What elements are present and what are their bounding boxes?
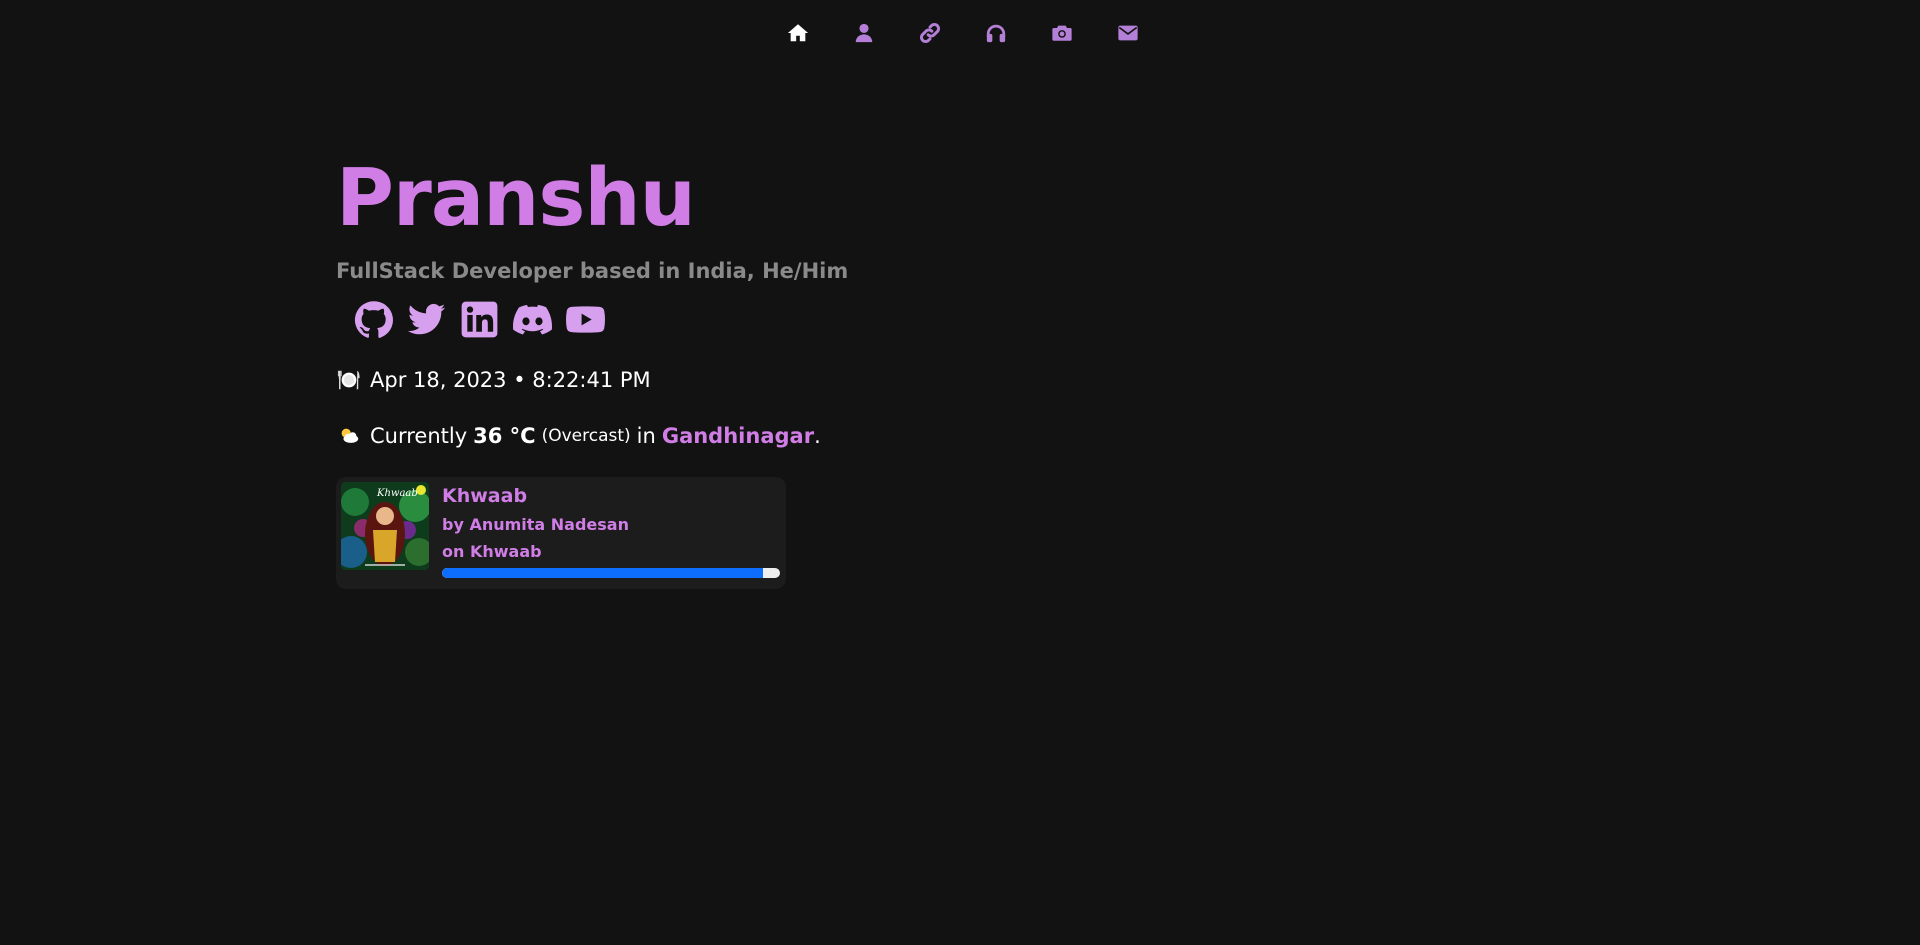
album-cover: Khwaab bbox=[341, 482, 429, 570]
datetime-text: Apr 18, 2023 • 8:22:41 PM bbox=[370, 368, 651, 392]
github-link[interactable] bbox=[354, 300, 393, 339]
envelope-icon bbox=[1118, 25, 1138, 41]
github-icon bbox=[354, 301, 393, 338]
twitter-link[interactable] bbox=[407, 300, 446, 339]
weather-prefix: Currently bbox=[370, 424, 468, 448]
track-artist: by Anumita Nadesan bbox=[442, 515, 629, 534]
weather-condition: (Overcast) bbox=[541, 426, 631, 446]
headphones-icon bbox=[986, 24, 1006, 43]
now-playing-card[interactable]: Khwaab Khwaab by Anumita Nadesan on Khwa… bbox=[336, 477, 786, 589]
camera-icon bbox=[1052, 25, 1072, 41]
page-title: Pranshu bbox=[336, 152, 696, 244]
linkedin-link[interactable] bbox=[460, 300, 499, 339]
link-icon bbox=[920, 23, 940, 43]
weather-suffix: . bbox=[814, 424, 821, 448]
twitter-icon bbox=[407, 303, 446, 335]
home-icon bbox=[787, 24, 809, 42]
weather-row: Currently 36 °C (Overcast) in Gandhinaga… bbox=[336, 423, 848, 449]
playback-progress-bar bbox=[442, 568, 780, 578]
user-icon bbox=[855, 23, 873, 43]
social-links bbox=[354, 300, 848, 339]
svg-text:Khwaab: Khwaab bbox=[376, 488, 418, 499]
playback-progress-fill bbox=[442, 568, 764, 578]
nav-about-button[interactable] bbox=[853, 22, 875, 44]
youtube-icon bbox=[566, 306, 605, 333]
nav-home-button[interactable] bbox=[787, 22, 809, 44]
nav-photos-button[interactable] bbox=[1051, 22, 1073, 44]
main-content: Pranshu FullStack Developer based in Ind… bbox=[336, 150, 848, 589]
youtube-link[interactable] bbox=[566, 300, 605, 339]
nav-music-button[interactable] bbox=[985, 22, 1007, 44]
tagline: FullStack Developer based in India, He/H… bbox=[336, 259, 849, 283]
weather-in-word: in bbox=[636, 424, 656, 448]
weather-temperature: 36 °C bbox=[473, 424, 536, 448]
nav-contact-button[interactable] bbox=[1117, 22, 1139, 44]
track-album: on Khwaab bbox=[442, 542, 542, 561]
linkedin-icon bbox=[461, 301, 498, 338]
track-title[interactable]: Khwaab bbox=[442, 485, 527, 507]
datetime-row: Apr 18, 2023 • 8:22:41 PM bbox=[336, 367, 848, 393]
discord-icon bbox=[513, 304, 552, 335]
weather-city-link[interactable]: Gandhinagar bbox=[662, 424, 814, 448]
discord-link[interactable] bbox=[513, 300, 552, 339]
sun-behind-cloud-icon bbox=[336, 423, 362, 449]
fork-knife-plate-icon bbox=[336, 367, 362, 393]
top-navigation bbox=[0, 22, 1920, 44]
nav-links-button[interactable] bbox=[919, 22, 941, 44]
